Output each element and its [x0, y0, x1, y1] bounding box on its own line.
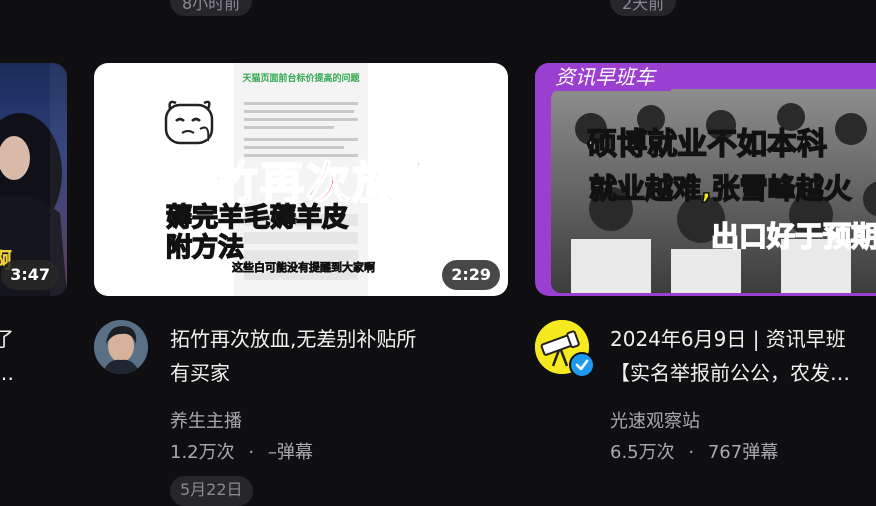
thumbnail-tag: 资讯早班车 — [535, 63, 671, 91]
video-title[interactable]: 了 … — [0, 322, 24, 390]
thumbnail-headline: 硕博就业不如本科 — [586, 126, 828, 163]
view-count: 6.5万次 — [610, 442, 675, 463]
uploader-name[interactable]: 养生主播 — [170, 407, 242, 433]
uploader-avatar[interactable] — [94, 320, 148, 374]
view-count: 1.2万次 — [170, 442, 235, 463]
danmaku-count: 767弹幕 — [707, 442, 779, 463]
upload-time-badge: 2天前 — [610, 0, 677, 16]
mascot-icon — [164, 100, 214, 145]
video-stats: 1.2万次 · –弹幕 — [170, 438, 313, 464]
video-stats: 6.5万次 · 767弹幕 — [610, 438, 778, 464]
danmaku-count: –弹幕 — [267, 442, 313, 463]
thumbnail-subtitle: 薅完羊毛薅羊皮 附方法 — [165, 202, 349, 264]
avatar-image — [94, 320, 148, 374]
upload-time-badge: 8小时前 — [170, 0, 253, 16]
separator: · — [688, 442, 695, 463]
video-thumbnail[interactable]: 啊 3:47 — [0, 63, 67, 296]
video-thumbnail[interactable]: 资讯早班车 硕博就业不如本科 就业越难,张雪峰越火 出口好于预期 — [535, 63, 876, 296]
thumbnail-caption: 这些白可能没有提醒到大家啊 — [232, 261, 376, 275]
verified-badge — [569, 352, 595, 378]
video-thumbnail[interactable]: 天猫页面前台标价提高的问题 拓竹再次放血 薅完羊毛薅羊皮 附方法 这些白可能没有… — [94, 63, 508, 296]
thumbnail-headline: 拓竹再次放血 — [167, 157, 444, 210]
video-duration: 3:47 — [1, 260, 59, 290]
video-title[interactable]: 拓竹再次放血,无差别补贴所 有买家 — [170, 322, 470, 390]
video-duration: 2:29 — [442, 260, 500, 290]
thumbnail-caption: 出口好于预期 — [710, 219, 876, 254]
checkmark-icon — [575, 359, 589, 371]
separator: · — [248, 442, 255, 463]
uploader-avatar[interactable] — [535, 320, 595, 378]
upload-date-badge: 5月22日 — [170, 476, 253, 506]
video-title[interactable]: 2024年6月9日 | 资讯早班 【实名举报前公公，农发… — [610, 322, 876, 390]
thumbnail-subtitle: 就业越难,张雪峰越火 — [588, 171, 852, 206]
uploader-name[interactable]: 光速观察站 — [610, 407, 700, 433]
